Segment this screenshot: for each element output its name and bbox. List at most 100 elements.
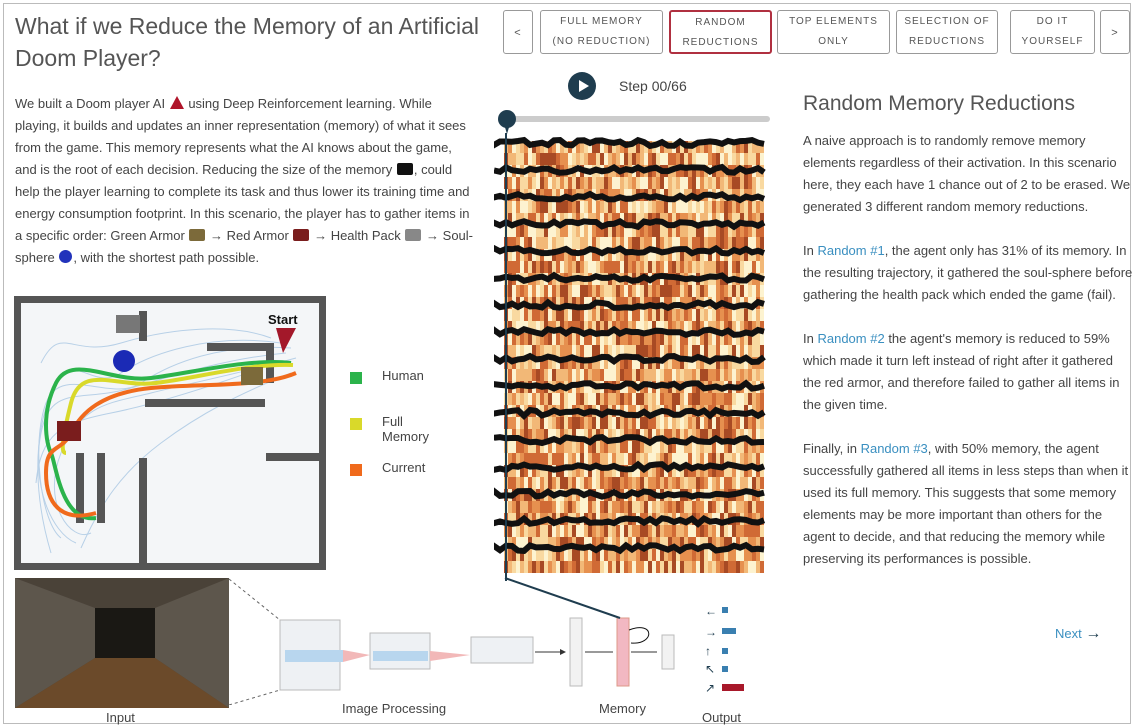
heatmap-cell — [588, 477, 592, 489]
heatmap-cell — [608, 153, 612, 165]
heatmap-cell — [584, 501, 588, 513]
random-2-link[interactable]: Random #2 — [817, 331, 884, 346]
heatmap-cell — [668, 501, 672, 513]
heatmap-cell — [544, 309, 548, 321]
heatmap-cell — [532, 501, 536, 513]
heatmap-cell — [628, 237, 632, 249]
heatmap-cell — [680, 261, 684, 273]
arrow-3: → — [426, 228, 440, 243]
heatmap-cell — [592, 177, 596, 189]
heatmap-cell — [728, 261, 732, 273]
heatmap-cell — [716, 177, 720, 189]
heatmap-cell — [628, 369, 632, 381]
heatmap-cell — [728, 501, 732, 513]
heatmap-cell — [632, 285, 636, 297]
step-slider-track[interactable] — [503, 116, 770, 122]
heatmap-cell — [660, 345, 664, 357]
nav-full-memory-button[interactable]: FULL MEMORY (NO REDUCTION) — [540, 10, 663, 54]
random-1-link[interactable]: Random #1 — [817, 243, 884, 258]
heatmap-cell — [728, 201, 732, 213]
heatmap-cell — [636, 393, 640, 405]
play-button[interactable] — [568, 72, 596, 100]
heatmap-cell — [612, 345, 616, 357]
heatmap-cell — [728, 153, 732, 165]
heatmap-cell — [536, 369, 540, 381]
nav-selection-button[interactable]: SELECTION OF REDUCTIONS — [896, 10, 998, 54]
conv-filter-1 — [285, 650, 343, 662]
heatmap-cell — [572, 237, 576, 249]
heatmap-cell — [592, 201, 596, 213]
heatmap-cell — [640, 177, 644, 189]
step-slider-thumb[interactable] — [498, 110, 516, 134]
heatmap-cell — [656, 261, 660, 273]
heatmap-cell — [644, 477, 648, 489]
intro-text: We built a Doom player AI using Deep Rei… — [15, 93, 475, 269]
heatmap-cell — [540, 429, 544, 441]
heatmap-cell — [612, 153, 616, 165]
heatmap-cell — [580, 201, 584, 213]
heatmap-cell — [564, 561, 568, 573]
heatmap-cell — [552, 417, 556, 429]
heatmap-cell — [516, 561, 520, 573]
nav-top-elements-button[interactable]: TOP ELEMENTS ONLY — [777, 10, 890, 54]
conv-filter-2 — [373, 651, 428, 661]
heatmap-cell — [600, 453, 604, 465]
heatmap-cell — [756, 369, 760, 381]
heatmap-cell — [644, 393, 648, 405]
nav-next-button[interactable]: > — [1100, 10, 1130, 54]
red-armor-icon — [293, 229, 310, 241]
heatmap-cell — [744, 153, 748, 165]
heatmap-cell — [736, 561, 740, 573]
heatmap-cell — [656, 285, 660, 297]
svg-text:→: → — [705, 625, 717, 639]
heatmap-cell — [668, 561, 672, 573]
heatmap-cell — [692, 369, 696, 381]
heatmap-cell — [636, 177, 640, 189]
heatmap-cell — [628, 525, 632, 537]
heatmap-cell — [536, 345, 540, 357]
nav-random-reductions-button[interactable]: RANDOM REDUCTIONS — [669, 10, 772, 54]
page-title: What if we Reduce the Memory of an Artif… — [15, 13, 480, 71]
heatmap-cell — [604, 525, 608, 537]
heatmap-cell — [652, 153, 656, 165]
heatmap-cell — [652, 393, 656, 405]
heatmap-cell — [756, 525, 760, 537]
nav-do-it-yourself-button[interactable]: DO IT YOURSELF — [1010, 10, 1095, 54]
network-diagram: ← → ↑ ↖ ↗ — [228, 577, 744, 705]
heatmap-cell — [608, 369, 612, 381]
heatmap-cell — [548, 261, 552, 273]
heatmap-cell — [756, 237, 760, 249]
random-3-link[interactable]: Random #3 — [861, 441, 928, 456]
heatmap-cell — [724, 153, 728, 165]
heatmap-cell — [544, 561, 548, 573]
heatmap-cell — [760, 237, 764, 249]
heatmap-cell — [660, 333, 664, 345]
heatmap-cell — [696, 417, 700, 429]
nav-label: (NO REDUCTION) — [552, 36, 651, 47]
heatmap-cell — [648, 525, 652, 537]
heatmap-cell — [632, 201, 636, 213]
heatmap-cell — [700, 561, 704, 573]
heatmap-cell — [728, 237, 732, 249]
heatmap-cell — [716, 309, 720, 321]
heatmap-cell — [524, 285, 528, 297]
heatmap-cell — [708, 237, 712, 249]
heatmap-cell — [652, 417, 656, 429]
heatmap-cell — [720, 201, 724, 213]
heatmap-cell — [596, 153, 600, 165]
heatmap-cell — [512, 345, 516, 357]
heatmap-cell — [724, 477, 728, 489]
next-link[interactable]: Next → — [1055, 625, 1101, 643]
heatmap-cell — [596, 369, 600, 381]
heatmap-cell — [616, 393, 620, 405]
heatmap-cell — [536, 285, 540, 297]
heatmap-cell — [564, 525, 568, 537]
heatmap-cell — [652, 285, 656, 297]
nav-prev-button[interactable]: < — [503, 10, 533, 54]
heatmap-cell — [644, 225, 648, 237]
heatmap-cell — [516, 441, 520, 453]
heatmap-cell — [732, 201, 736, 213]
heatmap-cell — [584, 201, 588, 213]
heatmap-cell — [568, 201, 572, 213]
heatmap-cell — [592, 501, 596, 513]
